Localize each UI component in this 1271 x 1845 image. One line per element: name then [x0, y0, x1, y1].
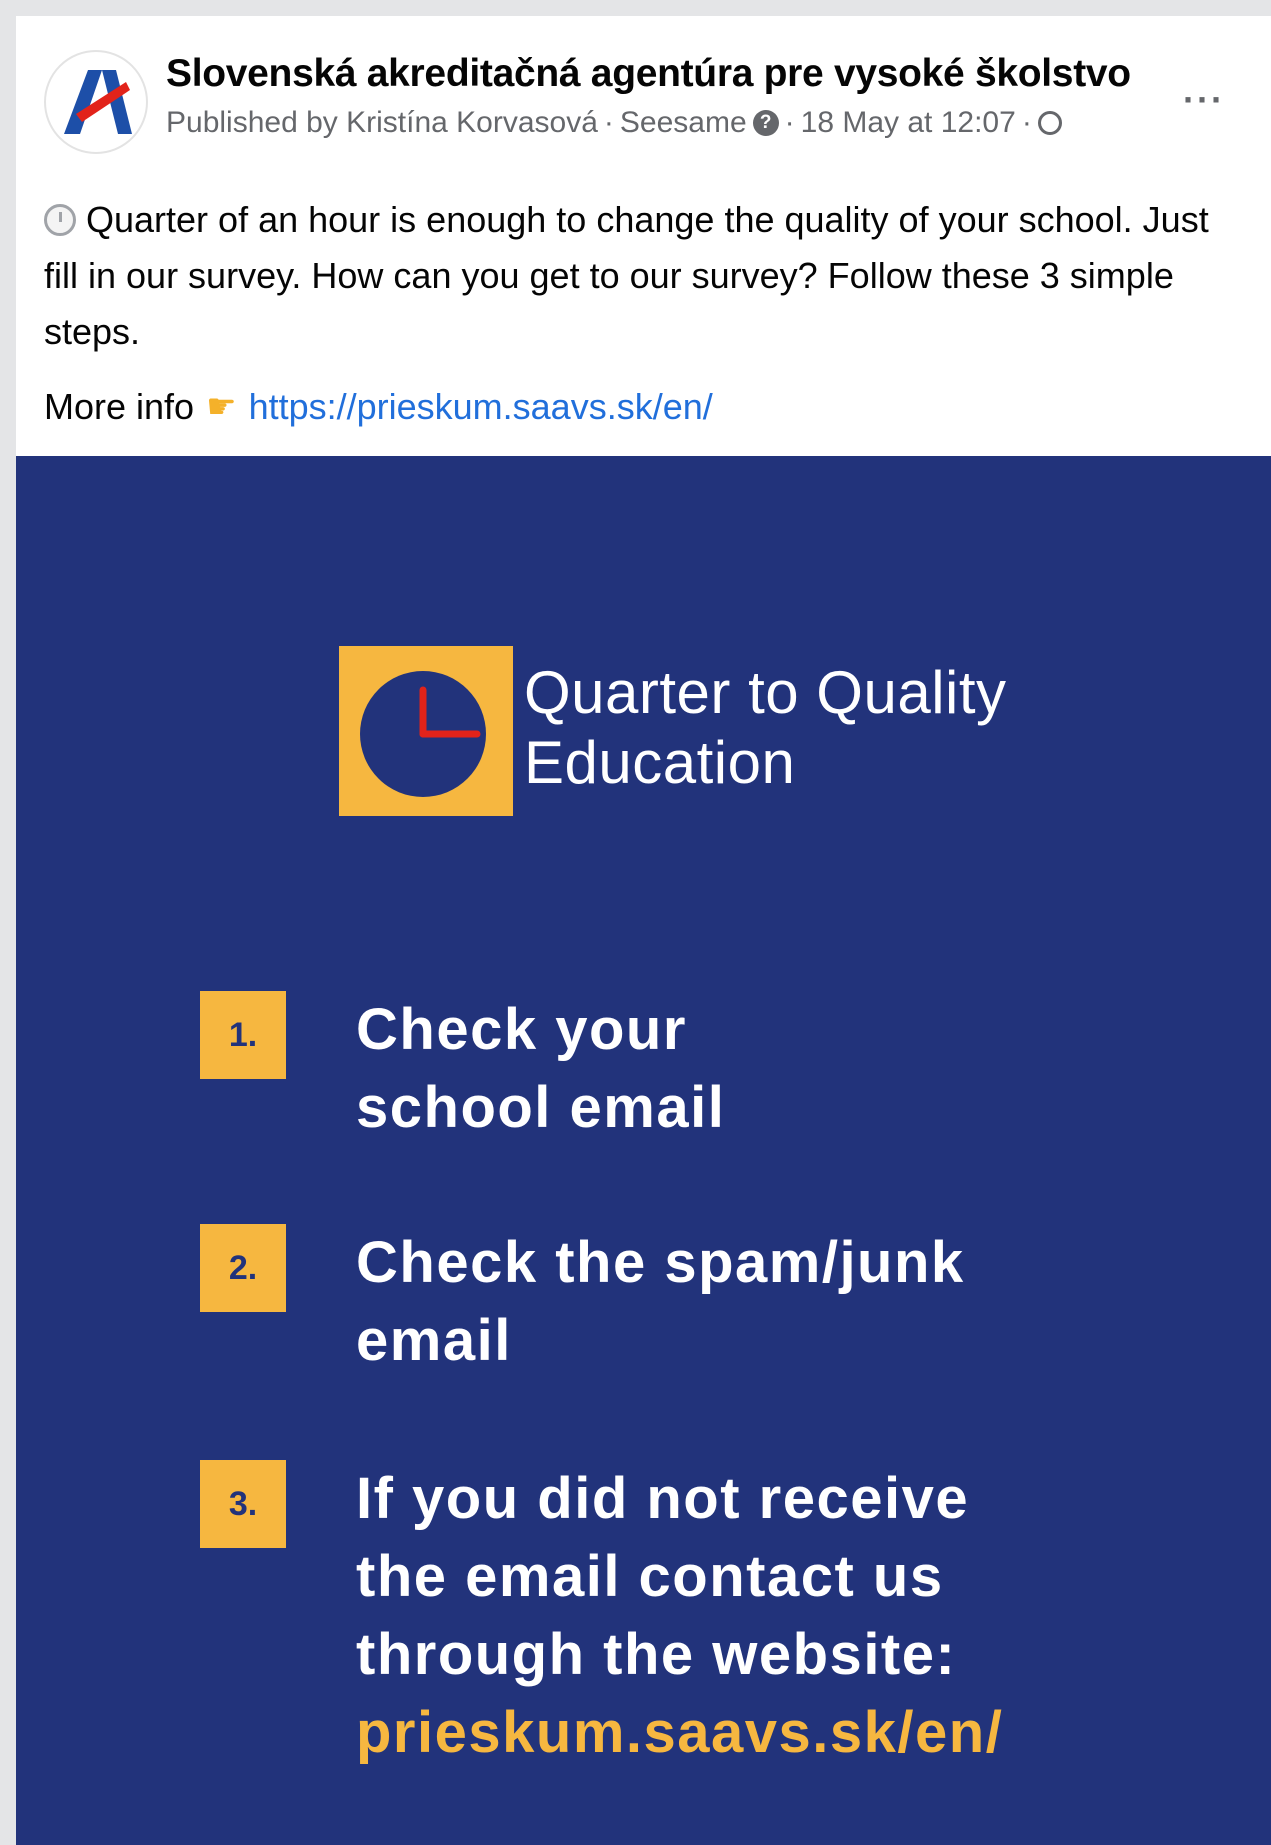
info-icon[interactable]: ?	[752, 110, 779, 136]
clock-icon	[360, 671, 486, 797]
publishing-tool: Seesame	[619, 106, 747, 139]
meta-separator: ·	[784, 106, 795, 139]
step-url: prieskum.saavs.sk/en/	[356, 1700, 1004, 1765]
published-by[interactable]: Published by Kristína Korvasová	[166, 106, 598, 140]
post-meta: Published by Kristína Korvasová · Seesam…	[166, 106, 1062, 140]
step-line: If you did not receive	[356, 1466, 970, 1531]
step-text: If you did not receive the email contact…	[356, 1460, 1003, 1772]
meta-separator: ·	[1021, 106, 1032, 139]
post-text: Quarter of an hour is enough to change t…	[44, 192, 1244, 360]
infographic-title: Quarter to Quality Education	[524, 658, 1007, 798]
step-number: 3.	[200, 1460, 286, 1548]
step-number: 1.	[200, 991, 286, 1079]
stopwatch-icon	[44, 204, 76, 236]
meta-separator: ·	[603, 106, 614, 139]
facebook-post: Slovenská akreditačná agentúra pre vysok…	[16, 16, 1271, 1845]
title-line-1: Quarter to Quality	[524, 659, 1007, 726]
clock-logo	[339, 646, 513, 816]
step-line: email	[356, 1308, 512, 1373]
globe-icon	[1037, 111, 1062, 135]
page-avatar[interactable]	[44, 50, 148, 154]
step-line: Check your	[356, 997, 687, 1062]
post-image[interactable]: Quarter to Quality Education 1. Check yo…	[16, 456, 1271, 1845]
step-line: school email	[356, 1075, 726, 1140]
more-info-label: More info	[44, 386, 195, 427]
step-text: Check the spam/junk email	[356, 1224, 965, 1380]
title-line-2: Education	[524, 729, 796, 796]
pointing-hand-icon: ☛	[206, 388, 237, 426]
step-number: 2.	[200, 1224, 286, 1312]
more-options-icon[interactable]: ···	[1183, 82, 1225, 118]
step-line: Check the spam/junk	[356, 1230, 965, 1295]
step-line: through the website:	[356, 1622, 957, 1687]
survey-link[interactable]: https://prieskum.saavs.sk/en/	[249, 386, 713, 428]
step-line: the email contact us	[356, 1544, 944, 1609]
more-info-line: More info ☛ https://prieskum.saavs.sk/en…	[44, 386, 713, 428]
saavs-logo-icon	[64, 70, 132, 134]
post-header: Slovenská akreditačná agentúra pre vysok…	[16, 16, 1271, 166]
step-text: Check your school email	[356, 991, 725, 1147]
page-name[interactable]: Slovenská akreditačná agentúra pre vysok…	[166, 52, 1131, 96]
post-text-content: Quarter of an hour is enough to change t…	[44, 199, 1209, 352]
post-timestamp[interactable]: 18 May at 12:07	[801, 106, 1016, 140]
